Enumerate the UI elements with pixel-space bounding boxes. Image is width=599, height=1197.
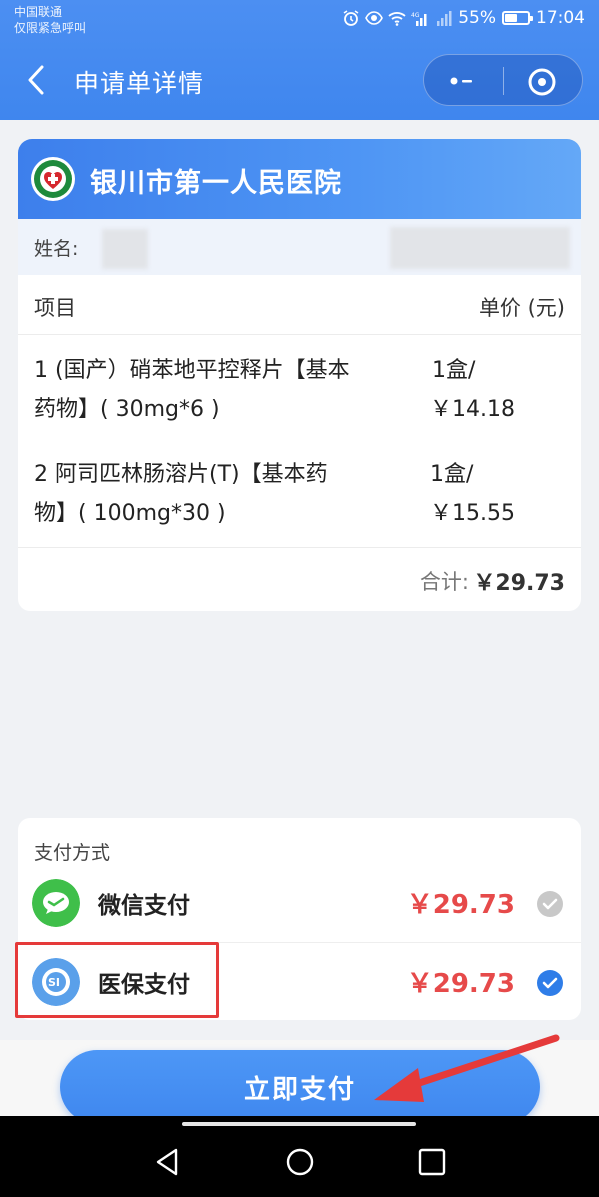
hospital-logo-icon xyxy=(31,157,75,201)
wifi-icon xyxy=(388,12,406,26)
patient-name-label: 姓名: xyxy=(34,238,79,260)
patient-name-row: 姓名: xyxy=(18,219,581,275)
nav-home-icon[interactable] xyxy=(282,1144,318,1180)
hospital-name: 银川市第一人民医院 xyxy=(90,168,342,199)
list-item: 1 (国产）硝苯地平控释片【基本 药物】( 30mg*6 ) 1盒/ ￥14.1… xyxy=(18,351,581,431)
page-title: 申请单详情 xyxy=(74,69,205,98)
items-card: 项目 单价 (元) 1 (国产）硝苯地平控释片【基本 药物】( 30mg*6 )… xyxy=(18,275,581,611)
item-price: ￥15.55 xyxy=(430,501,515,526)
item-quantity: 1盒/ xyxy=(432,358,476,383)
signal-icon xyxy=(437,11,452,26)
payment-option-amount: ￥29.73 xyxy=(406,890,515,920)
list-item: 2 阿司匹林肠溶片(T)【基本药 物】( 100mg*30 ) 1盒/ ￥15.… xyxy=(18,455,581,535)
payment-option-wechat[interactable]: 微信支付 ￥29.73 xyxy=(18,864,581,942)
battery-icon xyxy=(502,11,533,25)
item-quantity: 1盒/ xyxy=(430,462,474,487)
clock: 17:04 xyxy=(536,8,585,28)
payment-method-title: 支付方式 xyxy=(34,842,111,864)
nav-recents-icon[interactable] xyxy=(414,1144,450,1180)
redacted-id xyxy=(390,227,570,269)
status-bar: 中国联通 仅限紧急呼叫 4G 55% 17:04 xyxy=(0,0,599,42)
battery-fill xyxy=(505,14,518,22)
item-name: 1 (国产）硝苯地平控释片【基本 药物】( 30mg*6 ) xyxy=(34,351,424,429)
hospital-header: 银川市第一人民医院 xyxy=(18,139,581,219)
svg-text:4G: 4G xyxy=(411,12,420,19)
close-circle-icon[interactable] xyxy=(526,66,558,98)
mini-program-capsule xyxy=(423,54,583,106)
carrier-name: 中国联通 xyxy=(14,5,63,19)
more-dots-icon[interactable] xyxy=(446,69,486,93)
item-name-line1: 2 阿司匹林肠溶片(T)【基本药 xyxy=(34,462,328,487)
back-button[interactable] xyxy=(20,60,52,100)
item-price: ￥14.18 xyxy=(430,397,515,422)
column-project: 项目 xyxy=(34,296,76,320)
eye-icon xyxy=(365,11,384,25)
total-amount: ￥29.73 xyxy=(473,571,565,596)
total-row: 合计: ￥29.73 xyxy=(18,547,581,611)
alarm-icon xyxy=(343,10,359,26)
item-name: 2 阿司匹林肠溶片(T)【基本药 物】( 100mg*30 ) xyxy=(34,455,424,533)
column-unit-price: 单价 (元) xyxy=(478,296,565,320)
wechat-pay-icon xyxy=(32,879,80,927)
check-circle-selected-icon[interactable] xyxy=(536,969,564,997)
item-name-line2: 药物】( 30mg*6 ) xyxy=(34,397,220,422)
items-column-header: 项目 单价 (元) xyxy=(18,275,581,335)
redacted-name xyxy=(102,229,148,269)
check-circle-icon[interactable] xyxy=(536,890,564,918)
emergency-only-text: 仅限紧急呼叫 xyxy=(14,21,87,35)
item-name-line1: 1 (国产）硝苯地平控释片【基本 xyxy=(34,358,350,383)
system-nav-bar xyxy=(0,1116,599,1197)
annotation-highlight-box xyxy=(15,942,219,1018)
total-label: 合计: xyxy=(419,570,469,594)
nav-back-icon[interactable] xyxy=(150,1144,186,1180)
nav-indicator xyxy=(182,1122,416,1126)
payment-option-label: 微信支付 xyxy=(98,893,190,919)
capsule-divider xyxy=(503,67,504,95)
annotation-arrow-icon xyxy=(374,1034,560,1102)
battery-percent: 55% xyxy=(458,8,496,28)
chevron-left-icon xyxy=(28,65,44,95)
payment-option-amount: ￥29.73 xyxy=(406,969,515,999)
app-header: 申请单详情 xyxy=(0,42,599,120)
signal-4g-icon: 4G xyxy=(411,12,427,26)
item-name-line2: 物】( 100mg*30 ) xyxy=(34,501,226,526)
status-right: 4G 55% 17:04 xyxy=(342,8,585,28)
carrier-info: 中国联通 仅限紧急呼叫 xyxy=(14,4,86,36)
